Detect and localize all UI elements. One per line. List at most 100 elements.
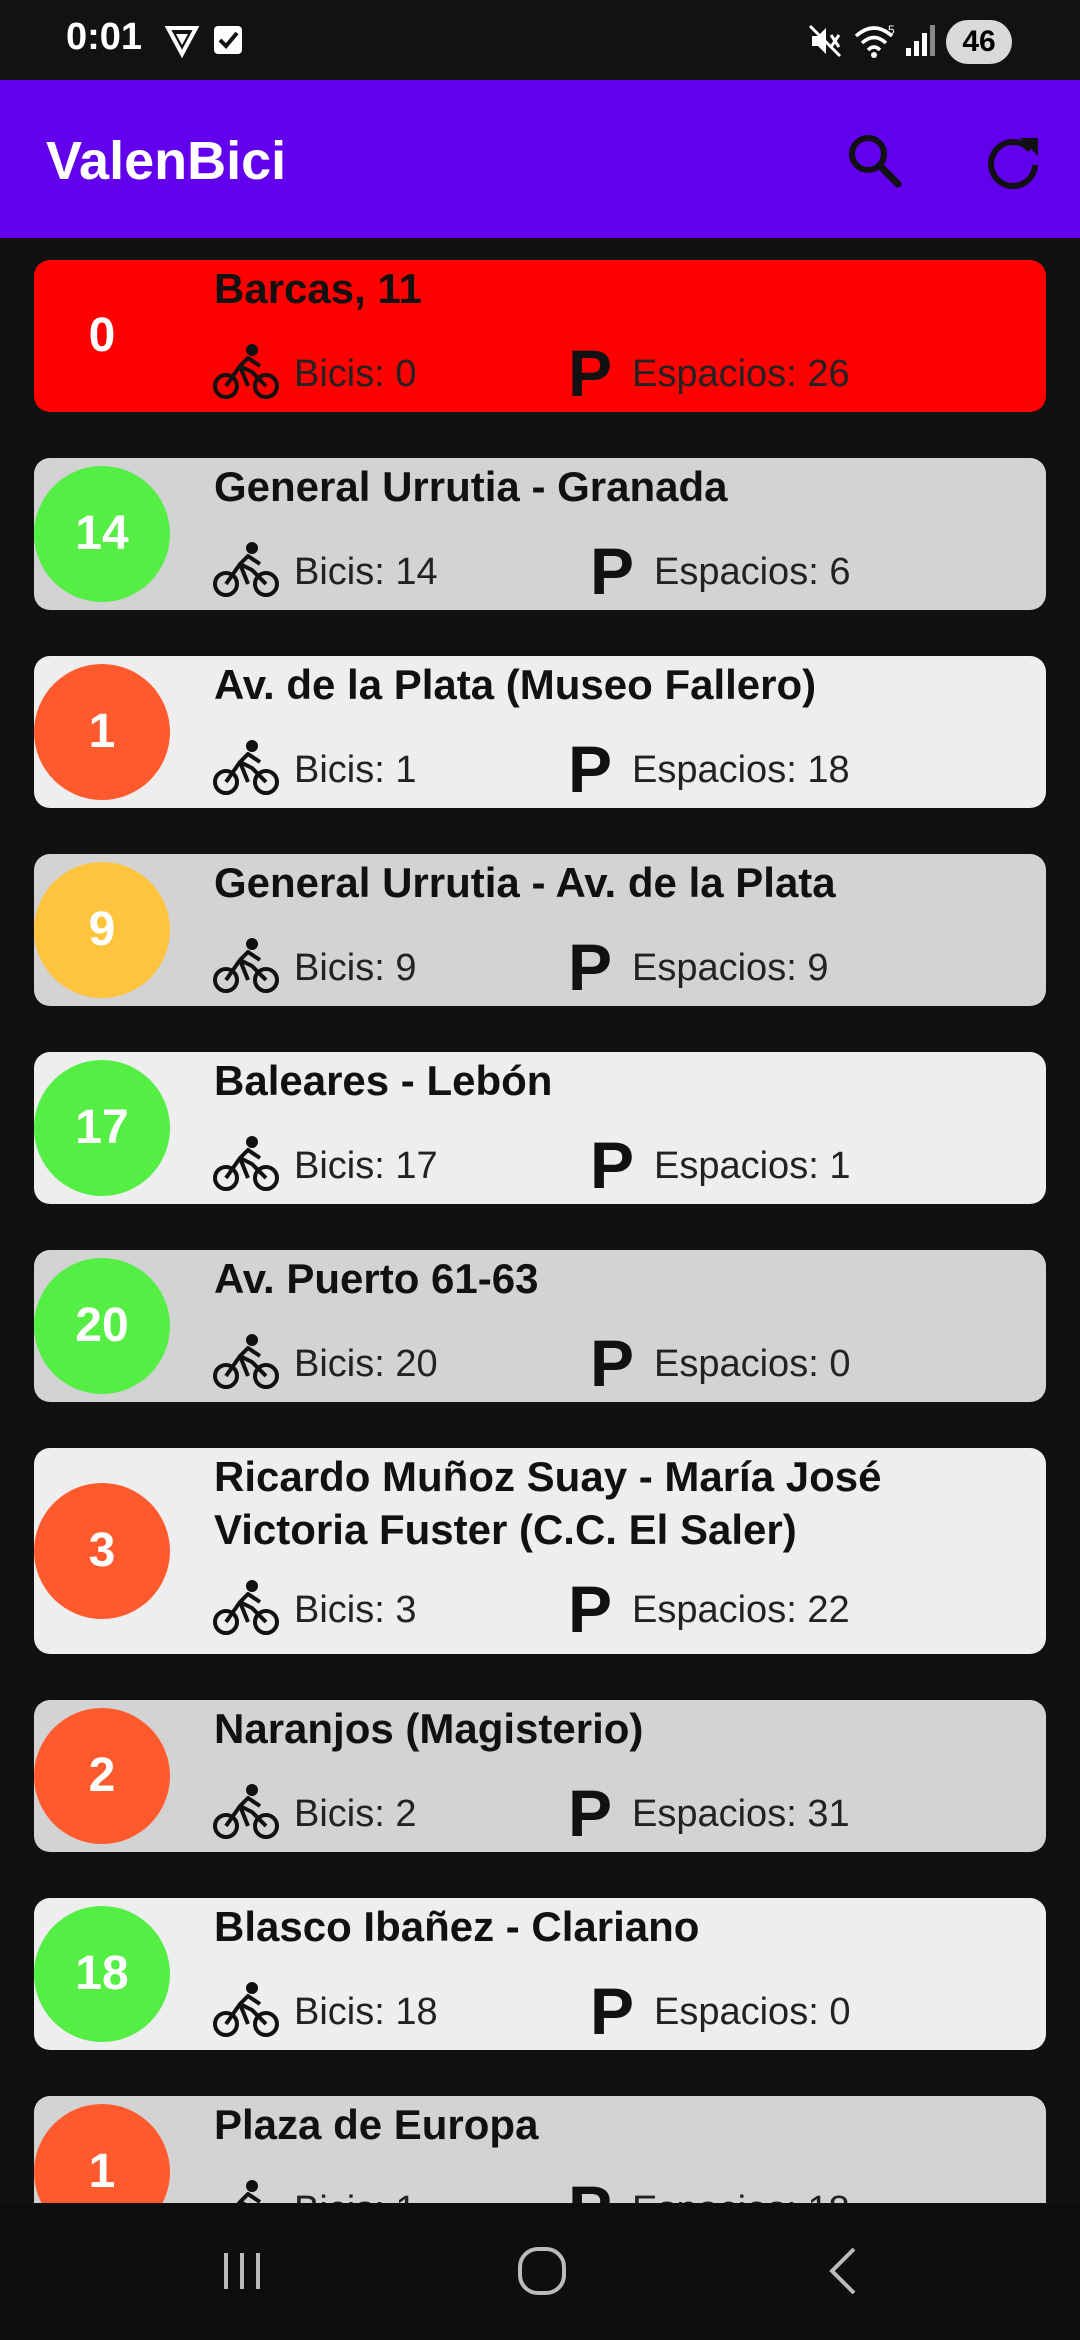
vpn-shield-icon: [164, 26, 200, 58]
bikes-count: Bicis: 1: [294, 2186, 417, 2203]
station-card[interactable]: 3 Ricardo Muñoz Suay - María José Victori…: [34, 1448, 1046, 1654]
spaces-value: 31: [807, 1793, 850, 1835]
spaces-label: Espacios:: [632, 749, 808, 791]
spaces-label: Espacios:: [654, 551, 830, 593]
parking-icon: P: [568, 732, 613, 806]
station-name: Ricardo Muñoz Suay - María José Victoria…: [214, 1453, 882, 1553]
bikes-available-badge: 3: [34, 1483, 170, 1619]
spaces-count: Espacios: 26: [632, 350, 850, 398]
app-title: ValenBici: [46, 131, 287, 191]
bikes-value: 0: [395, 353, 417, 395]
station-card[interactable]: 18 Blasco Ibañez - Clariano Bicis: 18 P Espa…: [34, 1898, 1046, 2050]
station-name: Plaza de Europa: [214, 2101, 539, 2148]
bikes-label: Bicis:: [294, 1589, 396, 1631]
bicycle-icon: [212, 2178, 282, 2203]
parking-icon: P: [568, 1776, 613, 1850]
parking-icon: P: [568, 2176, 612, 2203]
station-name: General Urrutia - Granada: [214, 463, 728, 510]
bikes-count: Bicis: 17: [294, 1142, 438, 1190]
parking-icon: P: [568, 930, 613, 1004]
bicycle-icon: [212, 1332, 282, 1397]
app-bar: ValenBici: [0, 80, 1080, 238]
station-name: Av. Puerto 61-63: [214, 1255, 539, 1302]
spaces-label: Espacios:: [654, 1145, 830, 1187]
bikes-label: Bicis:: [294, 1145, 396, 1187]
spaces-count: Espacios: 6: [654, 548, 850, 596]
station-card[interactable]: 2 Naranjos (Magisterio) Bicis: 2 P Espacios:…: [34, 1700, 1046, 1852]
station-name: Blasco Ibañez - Clariano: [214, 1903, 700, 1950]
parking-icon: P: [568, 336, 613, 410]
bicycle-icon: [212, 1134, 282, 1199]
bikes-value: 3: [395, 1589, 417, 1631]
bikes-value: 2: [395, 1793, 417, 1835]
bikes-available-badge: 0: [88, 309, 116, 362]
svg-text:5: 5: [888, 23, 895, 37]
back-button[interactable]: [816, 2241, 876, 2301]
spaces-count: Espacios: 0: [654, 1988, 850, 2036]
spaces-count: Espacios: 0: [654, 1340, 850, 1388]
station-card[interactable]: 20 Av. Puerto 61-63 Bicis: 20 P Espacios: 0: [34, 1250, 1046, 1402]
bikes-available-badge: 18: [34, 1906, 170, 2042]
parking-icon: P: [590, 1128, 635, 1202]
station-card[interactable]: 14 General Urrutia - Granada Bicis: 14 P Esp…: [34, 458, 1046, 610]
parking-icon: P: [590, 1974, 635, 2048]
bicycle-icon: [212, 540, 282, 605]
spaces-value: 22: [807, 1589, 850, 1631]
bikes-count: Bicis: 2: [294, 1790, 417, 1838]
parking-icon: P: [568, 1572, 613, 1646]
spaces-count: Espacios: 18: [632, 2186, 850, 2203]
bicycle-icon: [212, 1980, 282, 2045]
station-card[interactable]: 0 Barcas, 11 Bicis: 0 P Espacios: 26: [34, 260, 1046, 412]
bikes-available-badge: 20: [34, 1258, 170, 1394]
status-bar: 0:01 5 46: [0, 0, 1080, 80]
station-card[interactable]: 17 Baleares - Lebón Bicis: 17 P Espacios: 1: [34, 1052, 1046, 1204]
bikes-available-badge: 2: [34, 1708, 170, 1844]
spaces-value: 1: [829, 1145, 851, 1187]
bikes-value: 18: [395, 1991, 438, 2033]
bicycle-icon: [212, 342, 282, 407]
bikes-available-badge: 1: [34, 2104, 170, 2203]
navigation-bar: [0, 2203, 1080, 2340]
station-card[interactable]: 1 Av. de la Plata (Museo Fallero) Bicis: 1…: [34, 656, 1046, 808]
search-icon[interactable]: [840, 126, 910, 196]
station-list[interactable]: 0 Barcas, 11 Bicis: 0 P Espacios: 26 14 Genera…: [0, 238, 1080, 2203]
bikes-label: Bicis:: [294, 1991, 396, 2033]
station-card[interactable]: 9 General Urrutia - Av. de la Plata Bicis:…: [34, 854, 1046, 1006]
bikes-value: 14: [395, 551, 438, 593]
bikes-available-badge: 14: [34, 466, 170, 602]
recent-apps-button[interactable]: [212, 2241, 272, 2301]
signal-icon: [906, 25, 935, 56]
station-card[interactable]: 1 Plaza de Europa Bicis: 1 P Espacios: 18: [34, 2096, 1046, 2203]
spaces-label: Espacios:: [632, 947, 808, 989]
spaces-count: Espacios: 18: [632, 746, 850, 794]
bikes-value: 9: [395, 947, 417, 989]
spaces-value: 6: [829, 551, 851, 593]
spaces-value: 0: [829, 1343, 851, 1385]
checkbox-notification-icon: [214, 26, 242, 54]
bikes-available-badge: 9: [34, 862, 170, 998]
bikes-count: Bicis: 9: [294, 944, 417, 992]
station-name: Av. de la Plata (Museo Fallero): [214, 661, 817, 708]
spaces-label: Espacios:: [632, 353, 808, 395]
spaces-value: 0: [829, 1991, 851, 2033]
bikes-label: Bicis:: [294, 749, 396, 791]
bikes-count: Bicis: 1: [294, 746, 417, 794]
bicycle-icon: [212, 1578, 282, 1643]
bikes-count: Bicis: 0: [294, 350, 417, 398]
home-button[interactable]: [512, 2241, 572, 2301]
spaces-value: 26: [807, 353, 850, 395]
bicycle-icon: [212, 1782, 282, 1847]
refresh-icon[interactable]: [978, 126, 1048, 196]
bikes-count: Bicis: 3: [294, 1586, 417, 1634]
status-time: 0:01: [66, 16, 143, 58]
spaces-count: Espacios: 31: [632, 1790, 850, 1838]
spaces-label: Espacios:: [632, 1589, 808, 1631]
mute-icon: [808, 24, 842, 58]
bikes-value: 20: [395, 1343, 438, 1385]
spaces-label: Espacios:: [632, 1793, 808, 1835]
bikes-label: Bicis:: [294, 353, 396, 395]
bikes-label: Bicis:: [294, 947, 396, 989]
station-name: General Urrutia - Av. de la Plata: [214, 859, 836, 906]
spaces-count: Espacios: 1: [654, 1142, 850, 1190]
bikes-available-badge: 17: [34, 1060, 170, 1196]
